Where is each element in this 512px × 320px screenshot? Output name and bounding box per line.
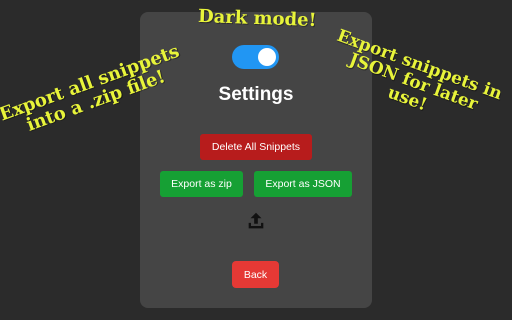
annotation-text: Dark mode! [197, 5, 317, 32]
back-button[interactable]: Back [232, 261, 279, 288]
delete-all-snippets-button[interactable]: Delete All Snippets [200, 134, 312, 160]
page-title: Settings [218, 84, 294, 105]
dark-mode-toggle[interactable] [232, 45, 279, 69]
upload-icon[interactable] [245, 210, 267, 232]
export-zip-button[interactable]: Export as zip [160, 171, 243, 197]
dark-mode-annotation: Dark mode! [197, 5, 317, 32]
toggle-knob [258, 48, 276, 66]
export-json-button[interactable]: Export as JSON [254, 171, 352, 197]
